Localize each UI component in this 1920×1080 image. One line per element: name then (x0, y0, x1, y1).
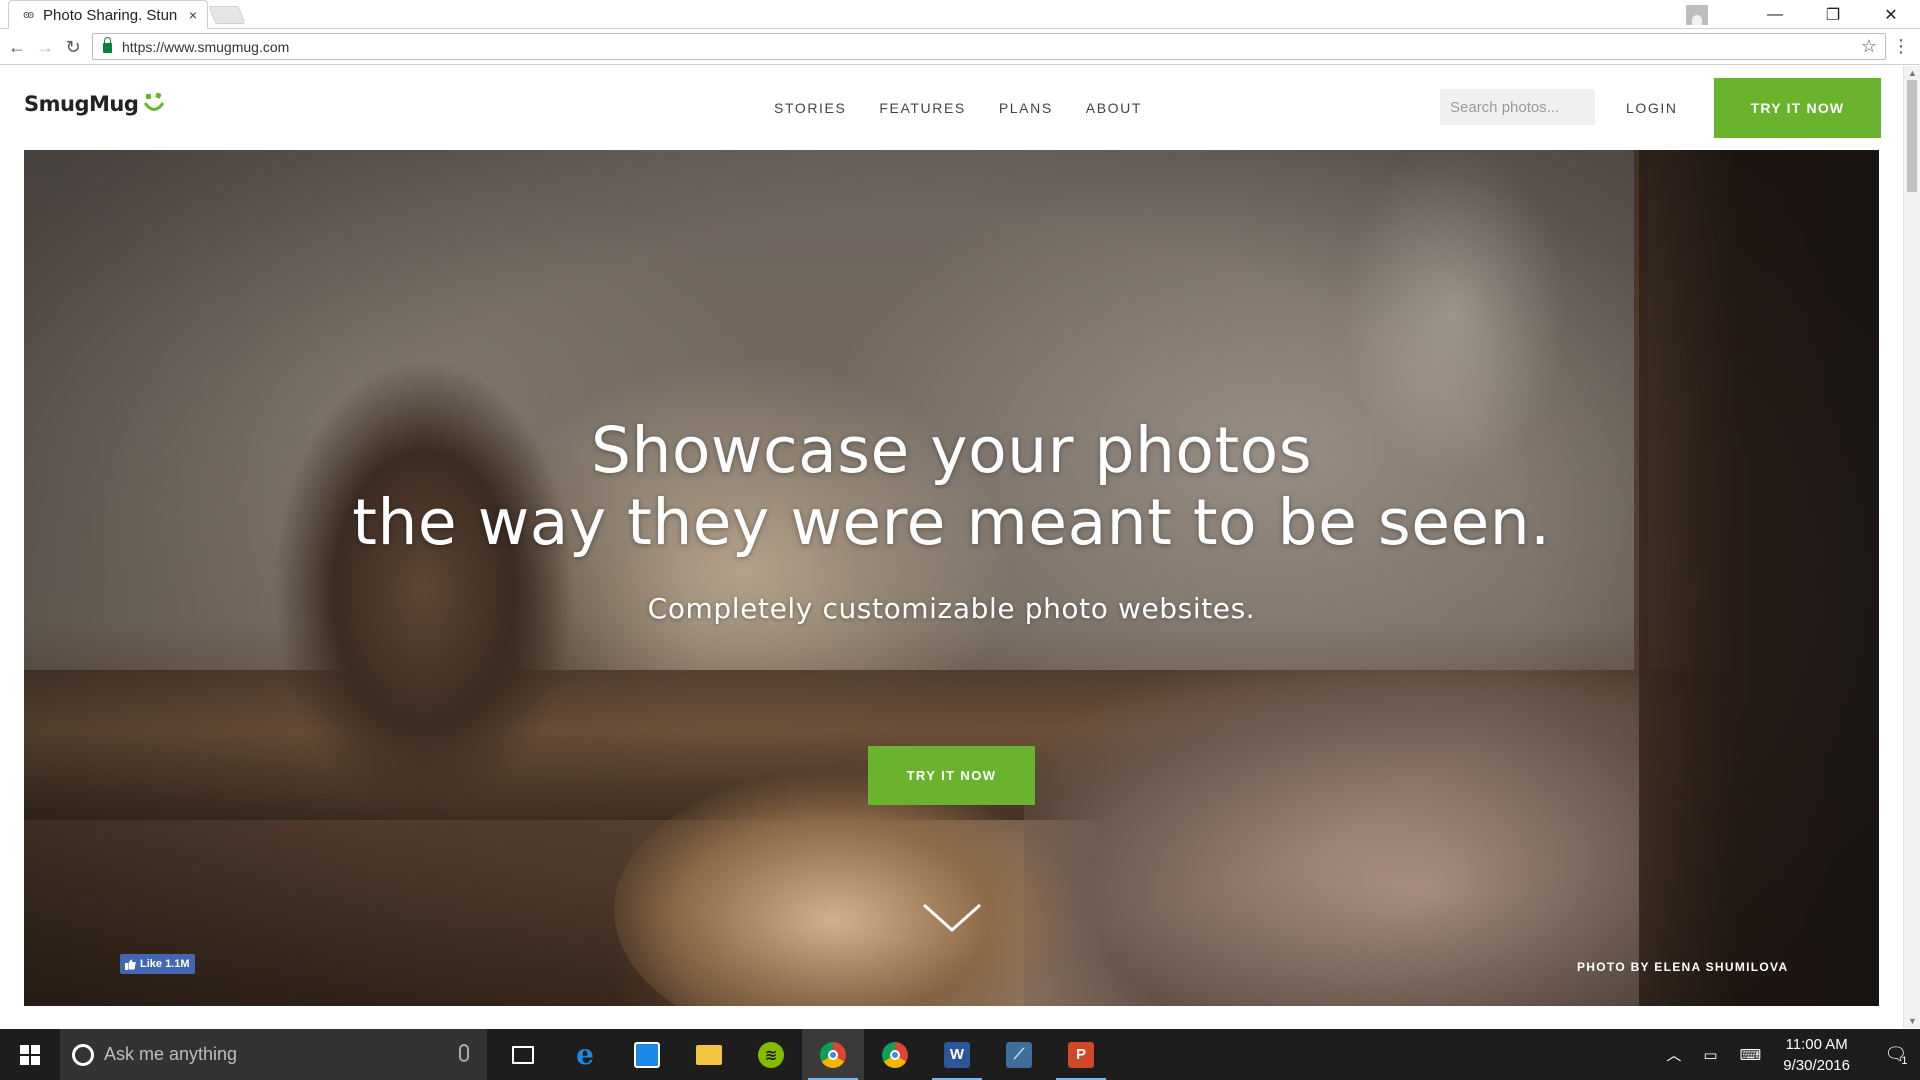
url-text: https://www.smugmug.com (122, 38, 290, 55)
nav-stories[interactable]: STORIES (774, 100, 846, 116)
scroll-thumb[interactable] (1907, 80, 1917, 192)
site-header: SmugMug STORIES FEATURES PLANS ABOUT LOG… (0, 66, 1903, 150)
remote-app-icon: ⟋ (1006, 1041, 1032, 1068)
edge-icon: e (576, 1038, 594, 1071)
hero-subheadline: Completely customizable photo websites. (647, 592, 1256, 625)
scroll-up-icon[interactable]: ▲ (1908, 68, 1917, 78)
nav-plans[interactable]: PLANS (999, 100, 1053, 116)
thumbs-up-icon (125, 959, 136, 970)
hero-headline-line-1: Showcase your photos (590, 414, 1313, 487)
webpage: SmugMug STORIES FEATURES PLANS ABOUT LOG… (0, 66, 1920, 1028)
hero-content: Showcase your photos the way they were m… (24, 150, 1879, 1006)
start-button[interactable] (0, 1029, 60, 1080)
word-icon: W (944, 1041, 970, 1068)
chrome-taskbar-button[interactable] (802, 1029, 864, 1080)
hero-banner: Showcase your photos the way they were m… (24, 150, 1879, 1006)
bookmark-star-icon[interactable]: ☆ (1861, 36, 1877, 57)
facebook-like-count: Like 1.1M (140, 958, 190, 970)
hero-headline-line-2: the way they were meant to be seen. (352, 486, 1551, 559)
new-tab-button[interactable] (208, 6, 246, 24)
reload-icon[interactable]: ↻ (62, 36, 84, 58)
tab-title: Photo Sharing. Stun (43, 6, 178, 24)
store-taskbar-button[interactable] (616, 1029, 678, 1080)
smugmug-logo[interactable]: SmugMug (24, 92, 165, 116)
minimize-button[interactable]: — (1746, 0, 1804, 29)
powerpoint-taskbar-button[interactable]: P (1050, 1029, 1112, 1080)
profile-icon[interactable] (1686, 4, 1708, 25)
tab-close-icon[interactable]: × (189, 7, 197, 23)
cortana-placeholder: Ask me anything (104, 1044, 238, 1064)
spotify-taskbar-button[interactable]: ≋ (740, 1029, 802, 1080)
clock-date: 9/30/2016 (1783, 1056, 1850, 1074)
nav-features[interactable]: FEATURES (879, 100, 965, 116)
hero-headline: Showcase your photos the way they were m… (24, 415, 1879, 559)
windows-logo-icon (20, 1044, 40, 1065)
keyboard-icon[interactable]: ⌨ (1740, 1046, 1762, 1064)
task-view-icon (512, 1045, 534, 1064)
chevron-up-icon[interactable]: ︿ (1666, 1044, 1681, 1065)
restore-button[interactable]: ❐ (1804, 0, 1862, 29)
try-it-now-header-button[interactable]: TRY IT NOW (1714, 78, 1881, 138)
browser-menu-icon[interactable]: ⋮ (1892, 36, 1910, 57)
file-explorer-taskbar-button[interactable] (678, 1029, 740, 1080)
forward-arrow-icon[interactable]: → (34, 36, 56, 58)
logo-text: SmugMug (24, 92, 139, 116)
main-nav: STORIES FEATURES PLANS ABOUT (774, 100, 1175, 116)
notification-count: 1 (1901, 1054, 1908, 1067)
try-it-now-hero-button[interactable]: TRY IT NOW (868, 746, 1035, 805)
edge-taskbar-button[interactable]: e (554, 1029, 616, 1080)
url-bar[interactable]: https://www.smugmug.com ☆ (92, 33, 1886, 60)
remote-app-taskbar-button[interactable]: ⟋ (988, 1029, 1050, 1080)
address-toolbar: ← → ↻ https://www.smugmug.com ☆ ⋮ (0, 29, 1920, 65)
login-link[interactable]: LOGIN (1626, 100, 1678, 116)
chrome-icon (820, 1041, 846, 1068)
taskbar-apps: e ≋ W ⟋ P (492, 1029, 1112, 1080)
store-icon (634, 1041, 660, 1068)
windows-taskbar: Ask me anything e ≋ W ⟋ P ︿ ▭ ⌨ 11:00 AM… (0, 1029, 1920, 1080)
chevron-down-icon[interactable] (921, 902, 983, 934)
photo-credit: PHOTO BY ELENA SHUMILOVA (1577, 960, 1789, 974)
system-tray: ︿ ▭ ⌨ 11:00 AM 9/30/2016 🗨 1 (1666, 1029, 1920, 1080)
nav-about[interactable]: ABOUT (1086, 100, 1142, 116)
chrome-icon (882, 1041, 908, 1068)
chrome-2-taskbar-button[interactable] (864, 1029, 926, 1080)
task-view-button[interactable] (492, 1029, 554, 1080)
browser-tab[interactable]: ꙭ Photo Sharing. Stun × (8, 0, 208, 29)
browser-tab-bar: ꙭ Photo Sharing. Stun × — ❐ ✕ (0, 0, 1920, 29)
taskbar-clock[interactable]: 11:00 AM 9/30/2016 (1783, 1034, 1850, 1076)
scroll-down-icon[interactable]: ▼ (1908, 1016, 1917, 1026)
search-input[interactable] (1440, 89, 1595, 125)
powerpoint-icon: P (1068, 1041, 1094, 1068)
battery-icon[interactable]: ▭ (1703, 1046, 1717, 1064)
close-window-button[interactable]: ✕ (1862, 0, 1920, 29)
back-arrow-icon[interactable]: ← (6, 36, 28, 58)
cortana-icon (72, 1043, 94, 1066)
smiley-logo-icon (144, 92, 165, 111)
spotify-icon: ≋ (758, 1041, 784, 1068)
microphone-icon[interactable] (459, 1044, 469, 1062)
folder-icon (696, 1044, 722, 1065)
action-center-button[interactable]: 🗨 1 (1872, 1029, 1920, 1080)
smugmug-favicon-icon: ꙭ (23, 9, 35, 21)
cortana-search-box[interactable]: Ask me anything (60, 1029, 487, 1080)
window-controls: — ❐ ✕ (1686, 0, 1920, 29)
facebook-like-button[interactable]: Like 1.1M (120, 954, 195, 974)
page-scrollbar[interactable]: ▲ ▼ (1903, 66, 1920, 1028)
word-taskbar-button[interactable]: W (926, 1029, 988, 1080)
lock-icon (103, 37, 112, 53)
clock-time: 11:00 AM (1785, 1035, 1848, 1053)
